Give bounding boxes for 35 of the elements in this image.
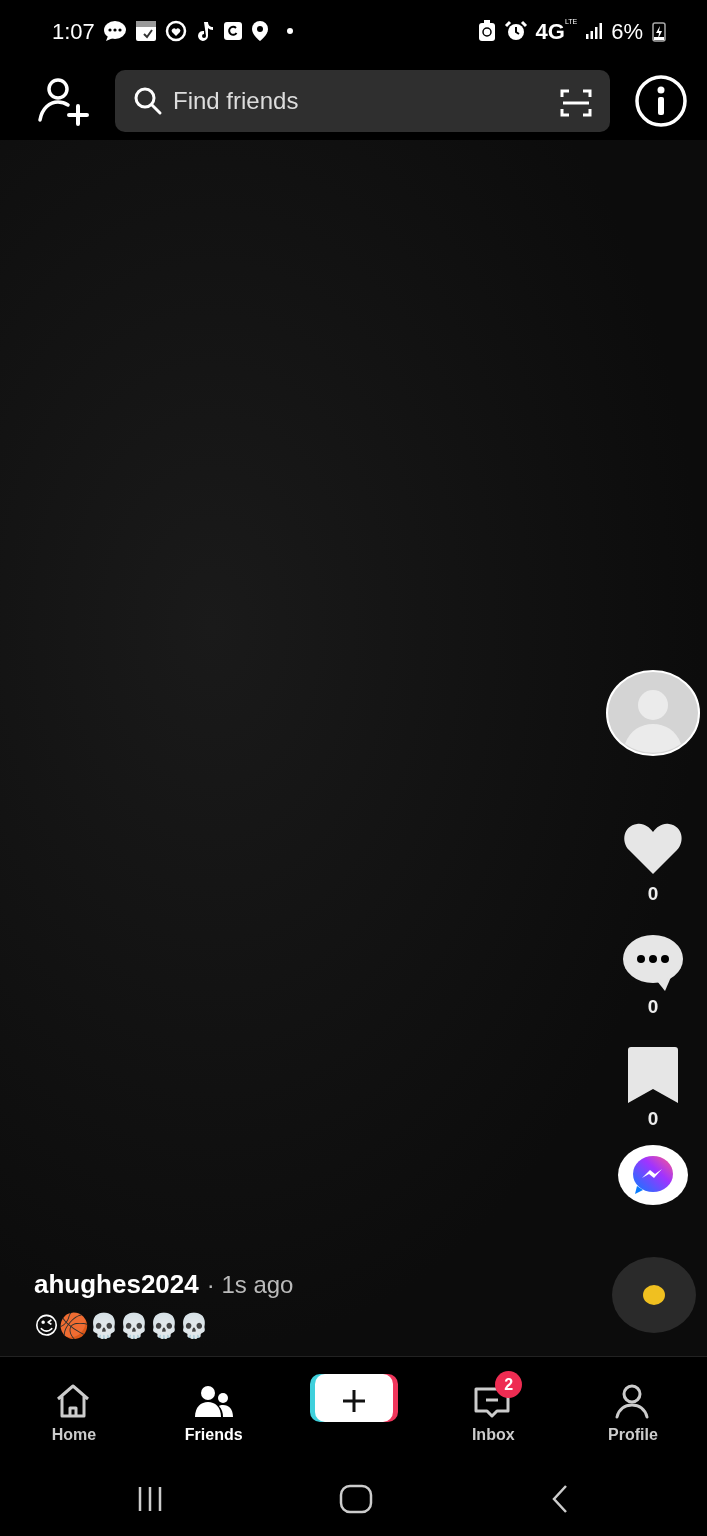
caption: 😉🏀💀💀💀💀 [34,1311,211,1342]
nav-tab[interactable]: Inbox 2 [433,1371,554,1447]
add-friend-icon[interactable] [36,76,92,126]
home-button-icon[interactable] [339,1483,374,1514]
search-field[interactable]: Find friends [115,70,610,132]
post-time: · 1s ago [206,1270,294,1300]
calendar-check-icon [134,20,157,42]
avatar-icon[interactable] [606,670,700,756]
count-label: 0 [647,882,659,906]
search-input[interactable]: Find friends [171,82,511,120]
music-disc-icon[interactable] [611,1256,697,1334]
search-icon [133,86,163,116]
dot-icon [286,28,293,34]
nav-tab[interactable]: Home [14,1371,134,1447]
chat-bubble-icon [102,19,127,43]
alarm-clock-icon [503,20,528,42]
heart-ring-icon [164,20,187,42]
location-pin-icon [250,20,269,42]
count-label: 0 [647,1107,659,1131]
friends-icon [192,1383,235,1419]
info-icon[interactable] [633,73,689,129]
count-badge: 2 [495,1371,523,1398]
battery-saver-icon [477,20,496,42]
plus-icon [340,1388,367,1414]
battery-level: 6% [611,17,643,46]
username: ahughes2024 [34,1268,199,1301]
signal-icon [585,22,604,40]
nav-tab[interactable]: Friends [153,1371,274,1447]
network-label: 4G [535,17,565,46]
refresh-square-icon [222,21,243,41]
scan-icon[interactable] [560,87,592,118]
messenger-share-icon[interactable] [617,1143,689,1206]
clock: 1:07 [52,17,95,46]
count-label: 0 [647,994,659,1019]
nav-tab[interactable]: Profile [573,1371,693,1447]
